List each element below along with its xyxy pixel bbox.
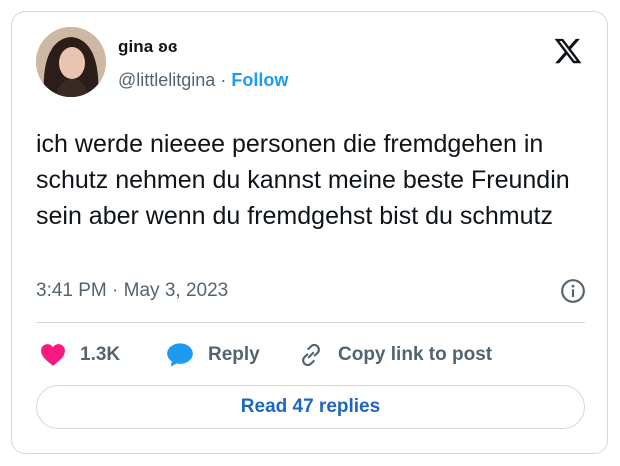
read-replies-button[interactable]: Read 47 replies	[36, 385, 585, 429]
like-button[interactable]: 1.3K	[40, 337, 120, 373]
info-icon[interactable]	[560, 278, 586, 304]
link-icon	[302, 343, 320, 367]
tweet-card: gina ʚɞ @littlelitgina · Follow ich werd…	[11, 11, 608, 454]
reply-button[interactable]: Reply	[166, 337, 260, 373]
author-handle[interactable]: @littlelitgina	[118, 70, 215, 90]
reply-label: Reply	[208, 344, 260, 365]
divider	[36, 322, 585, 323]
copy-link-button[interactable]: Copy link to post	[298, 337, 492, 373]
follow-button[interactable]: Follow	[231, 70, 288, 90]
action-bar: 1.3K Reply Copy link to post	[36, 337, 596, 373]
tweet-meta: 3:41 PM · May 3, 2023	[36, 278, 586, 308]
author-name[interactable]: gina ʚɞ	[118, 37, 178, 57]
heart-icon	[41, 344, 65, 366]
timestamp[interactable]: 3:41 PM · May 3, 2023	[36, 280, 228, 302]
x-logo-icon[interactable]	[553, 36, 583, 66]
tweet-text: ich werde nieeee personen die fremdgehen…	[36, 130, 570, 230]
author-handle-row: @littlelitgina · Follow	[118, 70, 288, 91]
avatar[interactable]	[36, 27, 106, 97]
like-count: 1.3K	[80, 344, 121, 365]
separator: ·	[220, 70, 227, 90]
copy-link-label: Copy link to post	[338, 344, 493, 365]
speech-bubble-icon	[167, 343, 193, 367]
